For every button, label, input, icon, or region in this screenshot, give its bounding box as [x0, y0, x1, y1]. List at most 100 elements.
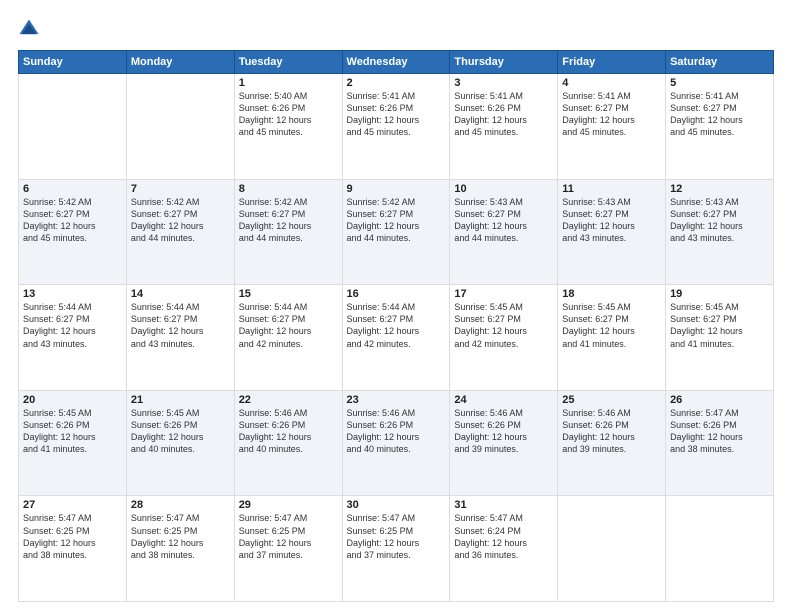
day-cell: 7Sunrise: 5:42 AM Sunset: 6:27 PM Daylig…	[126, 179, 234, 285]
day-cell: 30Sunrise: 5:47 AM Sunset: 6:25 PM Dayli…	[342, 496, 450, 602]
day-info: Sunrise: 5:45 AM Sunset: 6:27 PM Dayligh…	[562, 301, 661, 350]
day-number: 6	[23, 183, 122, 195]
day-info: Sunrise: 5:46 AM Sunset: 6:26 PM Dayligh…	[239, 407, 338, 456]
day-number: 7	[131, 183, 230, 195]
day-number: 17	[454, 288, 553, 300]
day-number: 30	[347, 499, 446, 511]
week-row-1: 1Sunrise: 5:40 AM Sunset: 6:26 PM Daylig…	[19, 74, 774, 180]
day-info: Sunrise: 5:42 AM Sunset: 6:27 PM Dayligh…	[347, 196, 446, 245]
day-cell	[558, 496, 666, 602]
day-info: Sunrise: 5:44 AM Sunset: 6:27 PM Dayligh…	[239, 301, 338, 350]
day-number: 21	[131, 394, 230, 406]
day-number: 29	[239, 499, 338, 511]
day-number: 31	[454, 499, 553, 511]
day-cell: 4Sunrise: 5:41 AM Sunset: 6:27 PM Daylig…	[558, 74, 666, 180]
weekday-header-monday: Monday	[126, 51, 234, 74]
week-row-5: 27Sunrise: 5:47 AM Sunset: 6:25 PM Dayli…	[19, 496, 774, 602]
day-info: Sunrise: 5:47 AM Sunset: 6:25 PM Dayligh…	[239, 512, 338, 561]
day-number: 5	[670, 77, 769, 89]
day-number: 19	[670, 288, 769, 300]
day-cell: 31Sunrise: 5:47 AM Sunset: 6:24 PM Dayli…	[450, 496, 558, 602]
day-info: Sunrise: 5:47 AM Sunset: 6:25 PM Dayligh…	[23, 512, 122, 561]
week-row-2: 6Sunrise: 5:42 AM Sunset: 6:27 PM Daylig…	[19, 179, 774, 285]
day-cell: 25Sunrise: 5:46 AM Sunset: 6:26 PM Dayli…	[558, 390, 666, 496]
day-info: Sunrise: 5:44 AM Sunset: 6:27 PM Dayligh…	[23, 301, 122, 350]
day-info: Sunrise: 5:46 AM Sunset: 6:26 PM Dayligh…	[454, 407, 553, 456]
day-info: Sunrise: 5:43 AM Sunset: 6:27 PM Dayligh…	[454, 196, 553, 245]
day-cell: 9Sunrise: 5:42 AM Sunset: 6:27 PM Daylig…	[342, 179, 450, 285]
day-number: 1	[239, 77, 338, 89]
day-number: 4	[562, 77, 661, 89]
day-number: 11	[562, 183, 661, 195]
weekday-header-tuesday: Tuesday	[234, 51, 342, 74]
day-number: 12	[670, 183, 769, 195]
weekday-header-thursday: Thursday	[450, 51, 558, 74]
day-info: Sunrise: 5:45 AM Sunset: 6:27 PM Dayligh…	[670, 301, 769, 350]
day-info: Sunrise: 5:44 AM Sunset: 6:27 PM Dayligh…	[347, 301, 446, 350]
day-number: 14	[131, 288, 230, 300]
day-info: Sunrise: 5:45 AM Sunset: 6:26 PM Dayligh…	[23, 407, 122, 456]
day-cell: 5Sunrise: 5:41 AM Sunset: 6:27 PM Daylig…	[666, 74, 774, 180]
day-info: Sunrise: 5:47 AM Sunset: 6:25 PM Dayligh…	[131, 512, 230, 561]
day-cell: 23Sunrise: 5:46 AM Sunset: 6:26 PM Dayli…	[342, 390, 450, 496]
day-info: Sunrise: 5:42 AM Sunset: 6:27 PM Dayligh…	[23, 196, 122, 245]
day-cell: 3Sunrise: 5:41 AM Sunset: 6:26 PM Daylig…	[450, 74, 558, 180]
day-number: 9	[347, 183, 446, 195]
week-row-4: 20Sunrise: 5:45 AM Sunset: 6:26 PM Dayli…	[19, 390, 774, 496]
weekday-header-saturday: Saturday	[666, 51, 774, 74]
day-cell: 6Sunrise: 5:42 AM Sunset: 6:27 PM Daylig…	[19, 179, 127, 285]
day-number: 26	[670, 394, 769, 406]
day-cell	[126, 74, 234, 180]
day-cell: 21Sunrise: 5:45 AM Sunset: 6:26 PM Dayli…	[126, 390, 234, 496]
day-info: Sunrise: 5:45 AM Sunset: 6:27 PM Dayligh…	[454, 301, 553, 350]
day-info: Sunrise: 5:41 AM Sunset: 6:26 PM Dayligh…	[347, 90, 446, 139]
day-number: 18	[562, 288, 661, 300]
day-cell: 12Sunrise: 5:43 AM Sunset: 6:27 PM Dayli…	[666, 179, 774, 285]
day-cell: 26Sunrise: 5:47 AM Sunset: 6:26 PM Dayli…	[666, 390, 774, 496]
day-info: Sunrise: 5:43 AM Sunset: 6:27 PM Dayligh…	[670, 196, 769, 245]
header	[18, 18, 774, 40]
weekday-header-friday: Friday	[558, 51, 666, 74]
day-number: 15	[239, 288, 338, 300]
day-cell: 16Sunrise: 5:44 AM Sunset: 6:27 PM Dayli…	[342, 285, 450, 391]
day-cell: 17Sunrise: 5:45 AM Sunset: 6:27 PM Dayli…	[450, 285, 558, 391]
day-number: 2	[347, 77, 446, 89]
day-cell: 19Sunrise: 5:45 AM Sunset: 6:27 PM Dayli…	[666, 285, 774, 391]
day-number: 20	[23, 394, 122, 406]
day-info: Sunrise: 5:47 AM Sunset: 6:25 PM Dayligh…	[347, 512, 446, 561]
day-info: Sunrise: 5:47 AM Sunset: 6:26 PM Dayligh…	[670, 407, 769, 456]
day-number: 22	[239, 394, 338, 406]
day-cell: 15Sunrise: 5:44 AM Sunset: 6:27 PM Dayli…	[234, 285, 342, 391]
day-cell: 18Sunrise: 5:45 AM Sunset: 6:27 PM Dayli…	[558, 285, 666, 391]
day-cell: 13Sunrise: 5:44 AM Sunset: 6:27 PM Dayli…	[19, 285, 127, 391]
day-cell: 10Sunrise: 5:43 AM Sunset: 6:27 PM Dayli…	[450, 179, 558, 285]
day-cell: 14Sunrise: 5:44 AM Sunset: 6:27 PM Dayli…	[126, 285, 234, 391]
day-number: 13	[23, 288, 122, 300]
day-cell: 8Sunrise: 5:42 AM Sunset: 6:27 PM Daylig…	[234, 179, 342, 285]
day-number: 23	[347, 394, 446, 406]
day-info: Sunrise: 5:40 AM Sunset: 6:26 PM Dayligh…	[239, 90, 338, 139]
day-cell: 1Sunrise: 5:40 AM Sunset: 6:26 PM Daylig…	[234, 74, 342, 180]
week-row-3: 13Sunrise: 5:44 AM Sunset: 6:27 PM Dayli…	[19, 285, 774, 391]
page: SundayMondayTuesdayWednesdayThursdayFrid…	[0, 0, 792, 612]
day-number: 8	[239, 183, 338, 195]
day-cell: 29Sunrise: 5:47 AM Sunset: 6:25 PM Dayli…	[234, 496, 342, 602]
day-info: Sunrise: 5:46 AM Sunset: 6:26 PM Dayligh…	[347, 407, 446, 456]
day-number: 24	[454, 394, 553, 406]
day-number: 25	[562, 394, 661, 406]
day-info: Sunrise: 5:43 AM Sunset: 6:27 PM Dayligh…	[562, 196, 661, 245]
day-cell: 20Sunrise: 5:45 AM Sunset: 6:26 PM Dayli…	[19, 390, 127, 496]
day-info: Sunrise: 5:47 AM Sunset: 6:24 PM Dayligh…	[454, 512, 553, 561]
day-cell: 2Sunrise: 5:41 AM Sunset: 6:26 PM Daylig…	[342, 74, 450, 180]
generalblue-icon	[18, 18, 40, 40]
day-cell: 11Sunrise: 5:43 AM Sunset: 6:27 PM Dayli…	[558, 179, 666, 285]
day-number: 3	[454, 77, 553, 89]
day-info: Sunrise: 5:46 AM Sunset: 6:26 PM Dayligh…	[562, 407, 661, 456]
day-cell: 24Sunrise: 5:46 AM Sunset: 6:26 PM Dayli…	[450, 390, 558, 496]
day-number: 10	[454, 183, 553, 195]
day-info: Sunrise: 5:42 AM Sunset: 6:27 PM Dayligh…	[131, 196, 230, 245]
day-info: Sunrise: 5:41 AM Sunset: 6:27 PM Dayligh…	[562, 90, 661, 139]
day-info: Sunrise: 5:41 AM Sunset: 6:26 PM Dayligh…	[454, 90, 553, 139]
day-info: Sunrise: 5:42 AM Sunset: 6:27 PM Dayligh…	[239, 196, 338, 245]
weekday-header-sunday: Sunday	[19, 51, 127, 74]
